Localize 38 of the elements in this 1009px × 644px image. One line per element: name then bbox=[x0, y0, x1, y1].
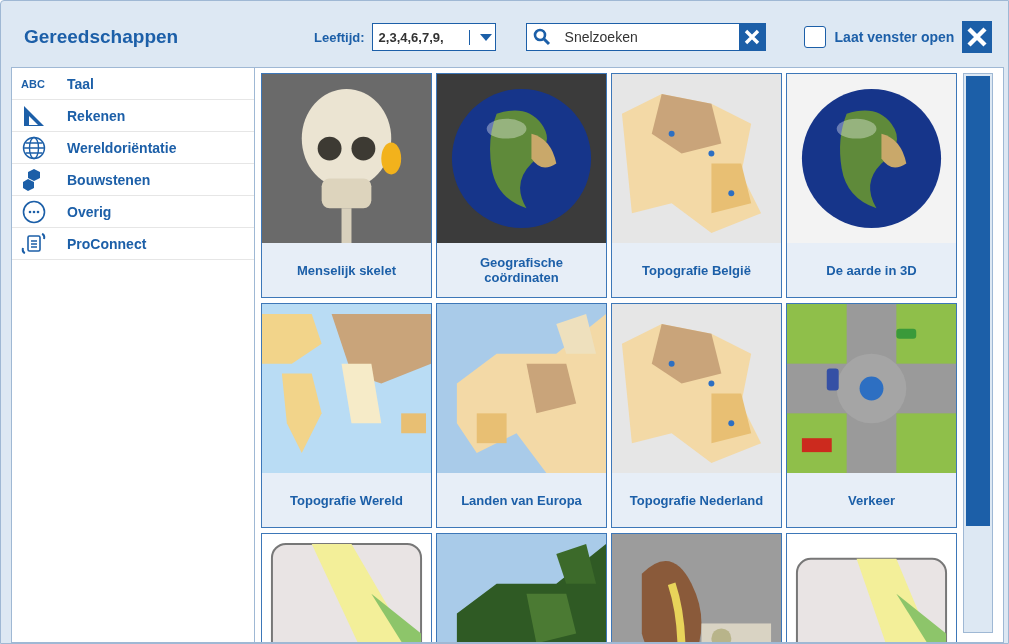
tile-label: Landen van Europa bbox=[460, 491, 583, 510]
globe-icon bbox=[21, 135, 47, 160]
clear-button[interactable] bbox=[738, 24, 765, 50]
keep-open-checkbox[interactable] bbox=[803, 26, 826, 48]
tile-label: Topografie Wereld bbox=[289, 491, 404, 510]
search-field[interactable]: Snelzoeken bbox=[525, 23, 766, 51]
search-icon bbox=[532, 28, 551, 46]
window-title: Gereedschappen bbox=[24, 26, 180, 48]
tool-tile[interactable]: De aarde in 3D bbox=[786, 73, 957, 298]
tool-tile[interactable]: Landen van Europa bbox=[436, 303, 607, 528]
tool-tile[interactable]: Geografische coördinaten bbox=[436, 73, 607, 298]
tile-label: Topografie België bbox=[641, 261, 752, 280]
scroll-thumb[interactable] bbox=[966, 76, 990, 526]
tile-label: Geografische coördinaten bbox=[478, 254, 565, 287]
tile-label: De aarde in 3D bbox=[825, 261, 918, 280]
sidebar-item[interactable]: Rekenen bbox=[12, 100, 254, 132]
sidebar-item[interactable]: Overig bbox=[12, 196, 254, 228]
sidebar-item[interactable]: ProConnect bbox=[12, 228, 254, 260]
tool-tile[interactable]: Verkeer bbox=[786, 303, 957, 528]
caret-icon bbox=[478, 32, 493, 42]
tile-label: Verkeer bbox=[847, 491, 896, 510]
tool-tile[interactable]: Topografie België bbox=[611, 73, 782, 298]
age-dropdown[interactable]: 2,3,4,6,7,9, bbox=[371, 23, 496, 51]
tile-label: Menselijk skelet bbox=[296, 261, 397, 280]
keep-open-label: Laat venster open bbox=[834, 29, 955, 45]
more-icon bbox=[21, 199, 47, 224]
sidebar-item[interactable]: Wereldoriëntatie bbox=[12, 132, 254, 164]
abc-icon: ABC bbox=[21, 77, 47, 90]
tool-tile[interactable]: Topografie Nederland bbox=[611, 303, 782, 528]
sidebar-item[interactable]: ABC Taal bbox=[12, 68, 254, 100]
document-sync-icon bbox=[21, 231, 47, 256]
close-button[interactable] bbox=[962, 21, 993, 53]
age-label: Leeftijd: bbox=[314, 29, 365, 45]
tool-tile[interactable]: Topografie Wereld bbox=[261, 303, 432, 528]
tool-tile[interactable]: Menselijk skelet bbox=[261, 73, 432, 298]
tile-label: Topografie Nederland bbox=[628, 491, 765, 510]
scrollbar[interactable] bbox=[963, 73, 993, 633]
sidebar-item[interactable]: Bouwstenen bbox=[12, 164, 254, 196]
